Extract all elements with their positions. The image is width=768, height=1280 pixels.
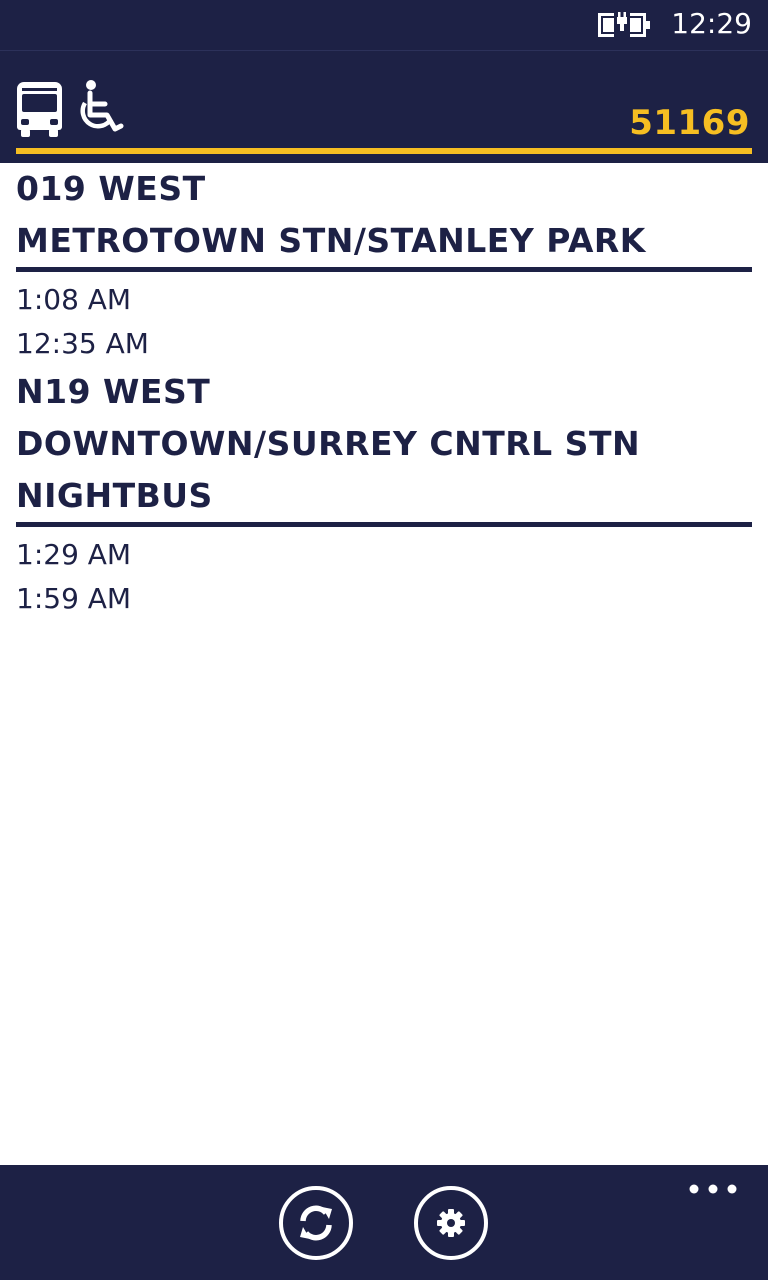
stop-number: 51169 xyxy=(629,103,750,143)
route-title-line: NIGHTBUS xyxy=(16,476,213,515)
battery-charging-icon xyxy=(598,12,650,37)
route-item[interactable]: N19 WEST DOWNTOWN/SURREY CNTRL STN NIGHT… xyxy=(16,366,752,621)
route-item[interactable]: 019 WEST METROTOWN STN/STANLEY PARK 1:08… xyxy=(16,163,752,366)
arrival-time: 1:08 AM xyxy=(16,283,132,316)
header: 51169 xyxy=(0,51,768,163)
header-divider xyxy=(16,148,752,154)
wheelchair-icon xyxy=(80,80,124,132)
status-bar: 12:29 xyxy=(0,0,768,51)
ellipsis-icon[interactable] xyxy=(688,1179,738,1199)
arrival-time: 1:29 AM xyxy=(16,538,132,571)
app-bar xyxy=(0,1165,768,1280)
route-divider xyxy=(16,522,752,527)
route-title-line: METROTOWN STN/STANLEY PARK xyxy=(16,221,646,260)
route-divider xyxy=(16,267,752,272)
refresh-icon xyxy=(300,1205,332,1241)
arrival-time: 12:35 AM xyxy=(16,327,149,360)
clock: 12:29 xyxy=(671,7,752,40)
settings-button[interactable] xyxy=(413,1185,489,1261)
arrival-time: 1:59 AM xyxy=(16,582,132,615)
gear-icon xyxy=(437,1209,465,1237)
arrivals-list: 019 WEST METROTOWN STN/STANLEY PARK 1:08… xyxy=(16,163,752,621)
route-title-line: DOWNTOWN/SURREY CNTRL STN xyxy=(16,424,641,463)
route-title-line: 019 WEST xyxy=(16,169,206,208)
refresh-button[interactable] xyxy=(278,1185,354,1261)
route-title-line: N19 WEST xyxy=(16,372,211,411)
bus-icon xyxy=(17,82,62,137)
